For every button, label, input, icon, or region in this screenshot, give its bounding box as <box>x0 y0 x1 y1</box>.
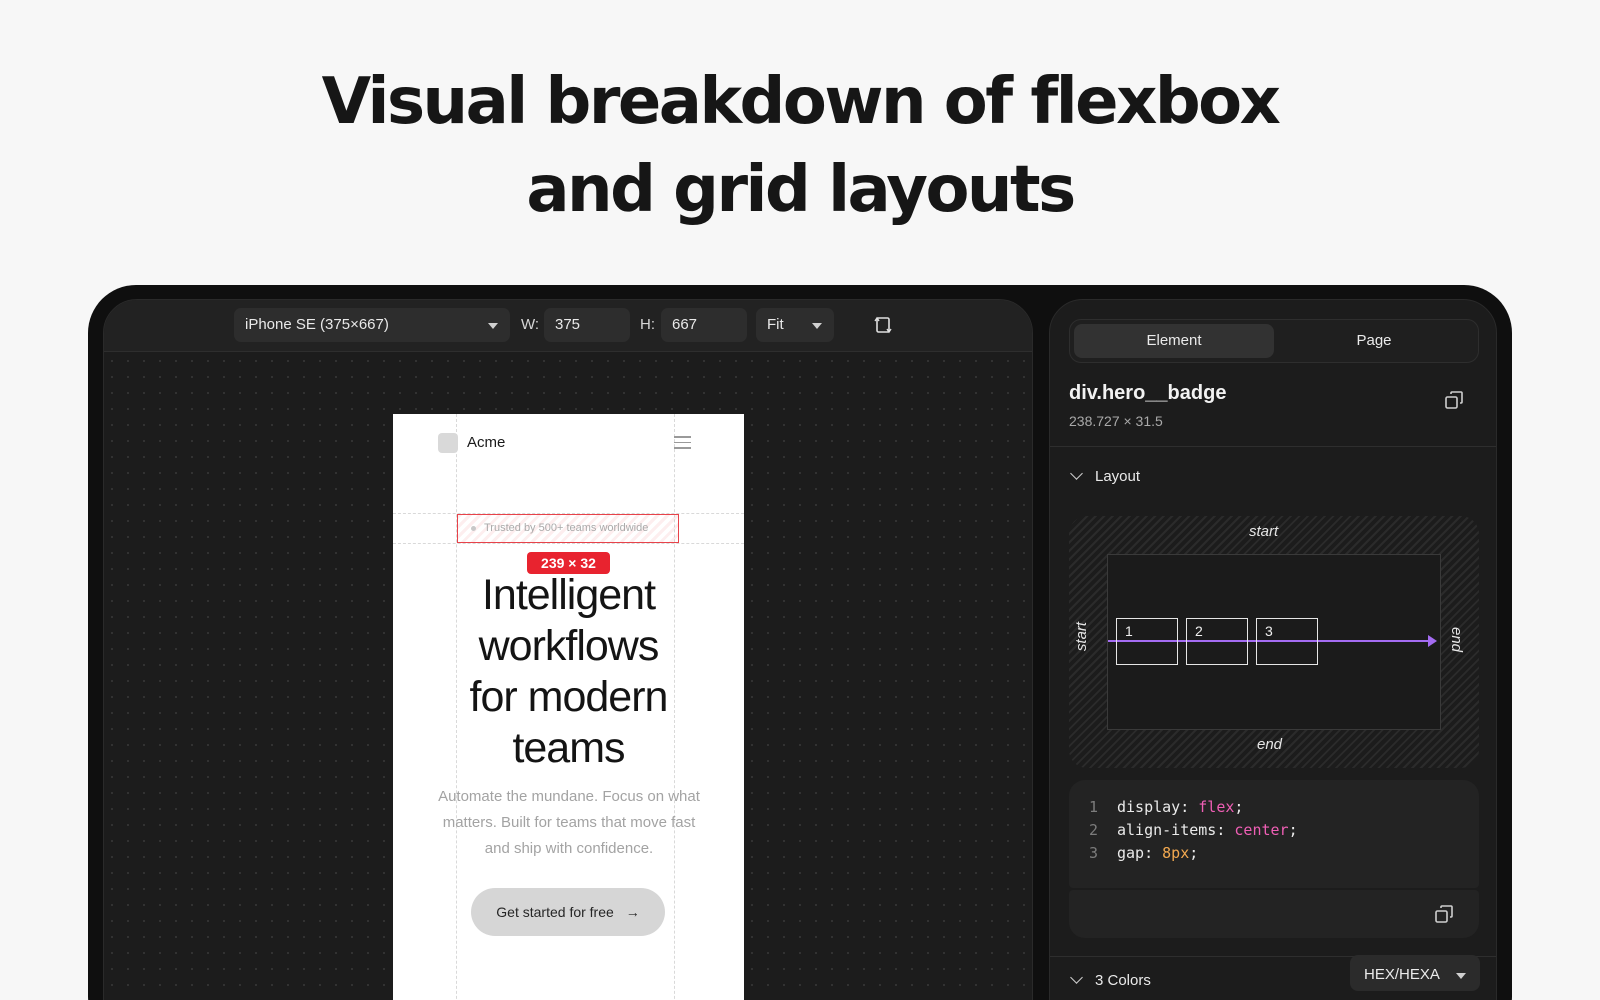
flex-item: 3 <box>1256 618 1318 665</box>
badge-text: Trusted by 500+ teams worldwide <box>484 522 649 534</box>
width-label: W: <box>521 316 540 333</box>
hero-badge[interactable]: Trusted by 500+ teams worldwide <box>457 514 679 543</box>
code-footer <box>1069 890 1479 938</box>
flex-layout-diagram: start end start end 1 2 3 <box>1069 516 1479 768</box>
chevron-down-icon <box>1070 467 1083 480</box>
brand-name: Acme <box>467 434 506 451</box>
inspector-tabs: Element Page <box>1069 319 1479 363</box>
element-size: 238.727 × 31.5 <box>1069 413 1163 429</box>
zoom-select[interactable]: Fit <box>756 308 834 342</box>
height-input[interactable]: 667 <box>661 308 747 342</box>
height-label: H: <box>640 316 655 333</box>
main-start-label: start <box>1073 621 1091 652</box>
hamburger-icon[interactable] <box>674 436 691 450</box>
colors-section-title: 3 Colors <box>1095 972 1151 989</box>
hero-subtitle: Automate the mundane. Focus on what matt… <box>438 788 700 857</box>
color-format-select[interactable]: HEX/HEXA <box>1350 955 1480 991</box>
hero-title-line: for modern <box>469 673 669 721</box>
cross-start-label: start <box>1249 523 1279 540</box>
hero-title-line: workflows <box>478 622 660 670</box>
flex-container-box: 1 2 3 <box>1107 554 1441 730</box>
hero-title-line: Intelligent <box>481 571 656 619</box>
device-select[interactable]: iPhone SE (375×667) <box>234 308 510 342</box>
copy-icon[interactable] <box>1444 390 1464 410</box>
layout-section-header[interactable]: Layout <box>1070 467 1141 485</box>
inspector-panel: Element Page div.hero__badge 238.727 × 3… <box>1049 299 1497 1000</box>
colors-section-header[interactable]: 3 Colors <box>1070 971 1151 989</box>
hero-title: Intelligent workflows for modern teams <box>393 570 744 774</box>
canvas-panel: iPhone SE (375×667) W: 375 H: 667 Fit Ac… <box>103 299 1033 1000</box>
element-name: div.hero__badge <box>1069 382 1227 404</box>
badge-dot <box>471 526 476 531</box>
arrow-right-icon: → <box>625 904 640 920</box>
divider <box>1050 446 1496 447</box>
zoom-select-value: Fit <box>767 316 784 333</box>
caret-down-icon <box>488 323 498 329</box>
width-input[interactable]: 375 <box>544 308 630 342</box>
chevron-down-icon <box>1070 971 1083 984</box>
height-value: 667 <box>672 316 698 333</box>
color-format-value: HEX/HEXA <box>1364 966 1440 983</box>
cross-end-label: end <box>1257 736 1283 753</box>
caret-down-icon <box>1456 973 1466 979</box>
guide-line <box>393 543 744 544</box>
main-axis-arrow <box>1428 635 1437 647</box>
phone-preview[interactable]: Acme Trusted by 500+ teams worldwide 239… <box>393 414 744 1000</box>
device-select-value: iPhone SE (375×667) <box>245 316 389 333</box>
css-code-block[interactable]: 1 display: flex; 2 align-items: center; 3g… <box>1069 780 1479 888</box>
width-value: 375 <box>555 316 581 333</box>
cta-button[interactable]: Get started for free → <box>471 888 665 936</box>
rotate-icon[interactable] <box>873 315 893 335</box>
code-line: 2 align-items: center; <box>1089 821 1298 839</box>
copy-icon[interactable] <box>1434 904 1454 924</box>
cta-label: Get started for free <box>496 904 614 920</box>
canvas-toolbar: iPhone SE (375×667) W: 375 H: 667 Fit <box>104 300 1032 352</box>
tab-element[interactable]: Element <box>1074 324 1274 358</box>
main-end-label: end <box>1448 626 1466 653</box>
page-headline: Visual breakdown of flexbox and grid lay… <box>0 58 1600 234</box>
caret-down-icon <box>812 323 822 329</box>
code-line: 3 gap: 8px; <box>1089 844 1199 862</box>
headline-line-1: Visual breakdown of flexbox <box>321 65 1281 139</box>
logo-mark <box>438 433 458 453</box>
layout-section-title: Layout <box>1095 468 1141 485</box>
flex-item: 1 <box>1116 618 1178 665</box>
code-line: 1 display: flex; <box>1089 798 1244 816</box>
hero-title-line: teams <box>512 724 625 772</box>
flex-item: 2 <box>1186 618 1248 665</box>
tab-page[interactable]: Page <box>1274 324 1474 358</box>
headline-line-2: and grid layouts <box>526 153 1076 227</box>
